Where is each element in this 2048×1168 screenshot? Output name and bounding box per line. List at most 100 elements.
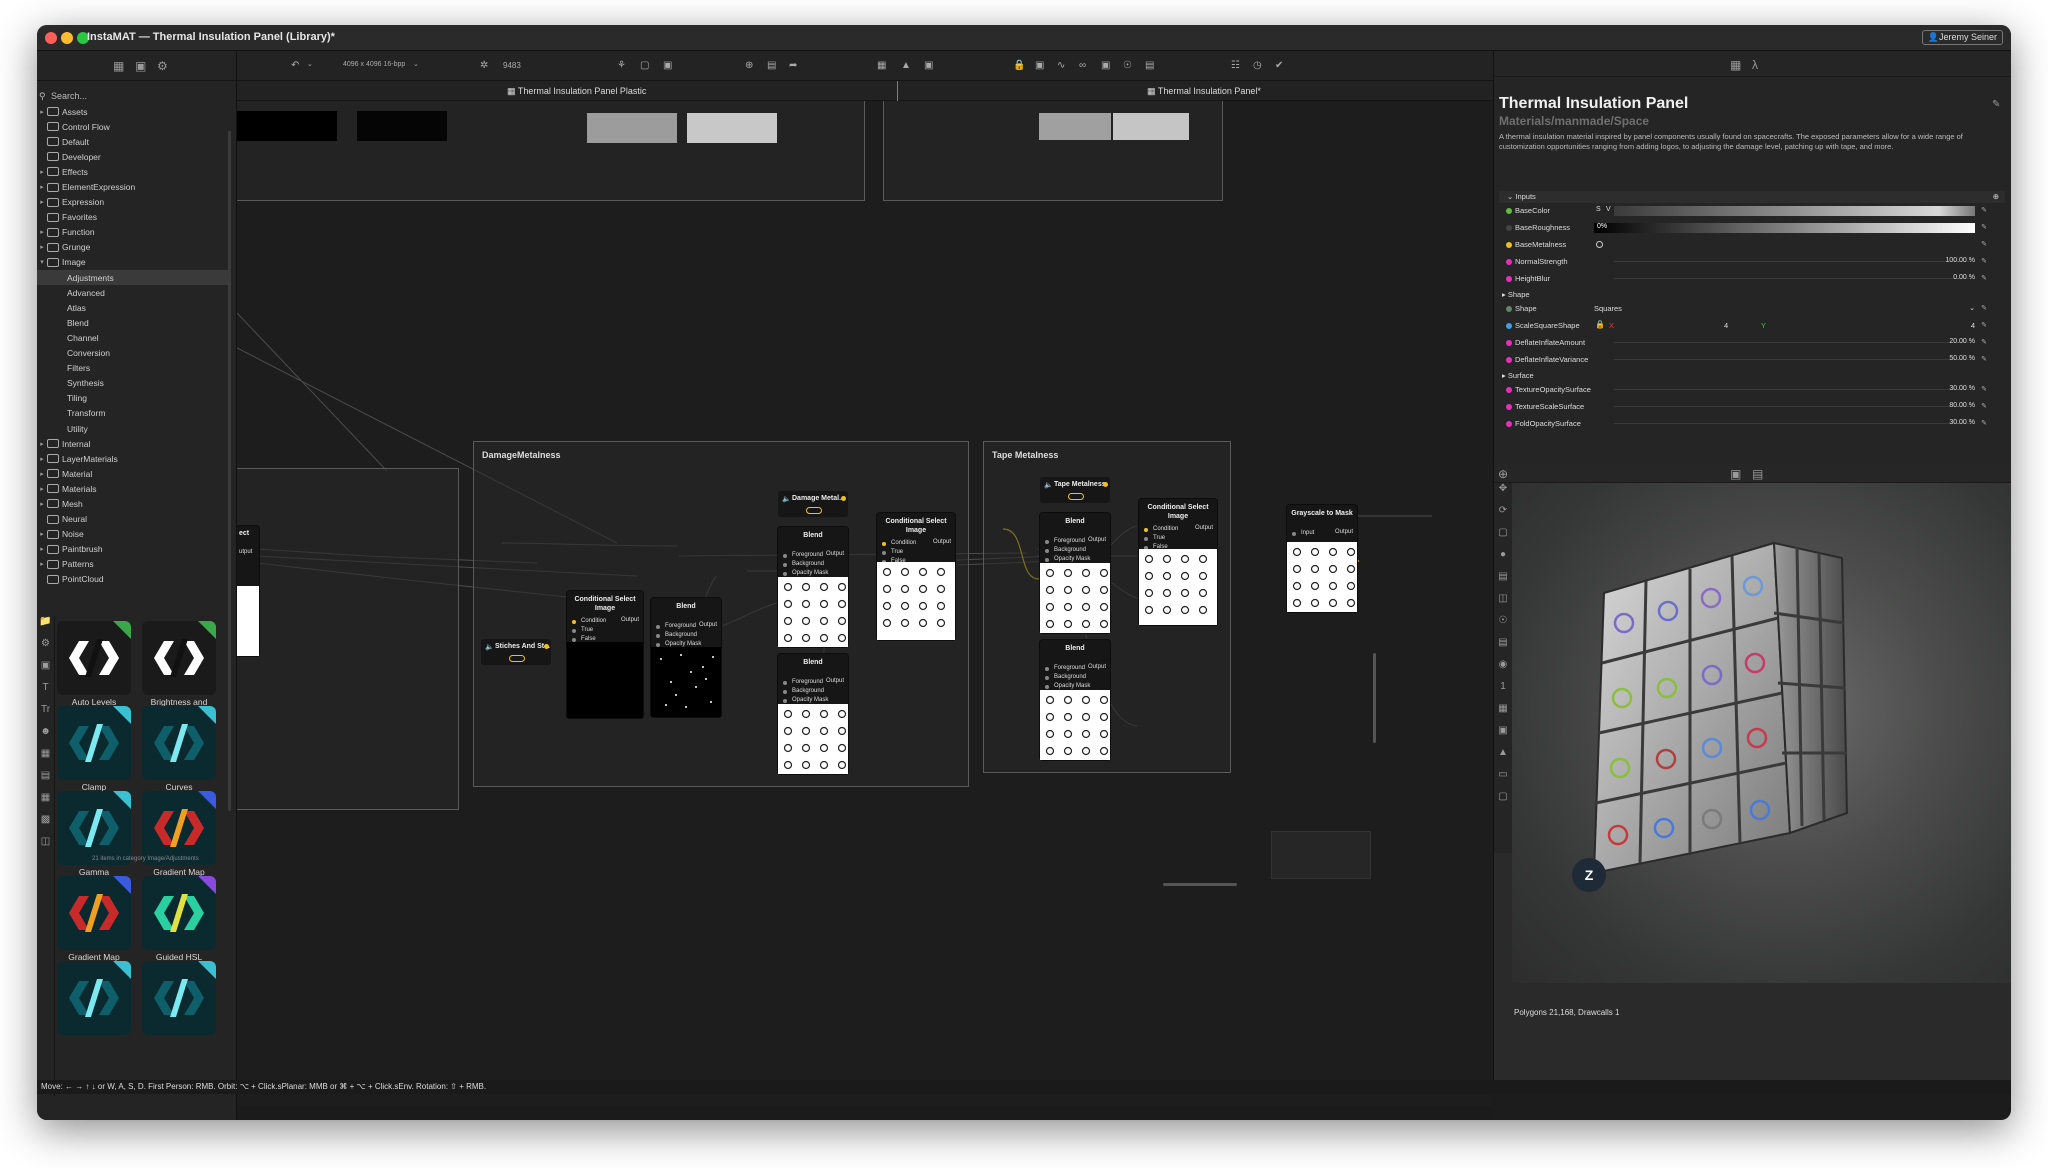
tree-item[interactable]: ▾ Image [37, 255, 229, 270]
toggle[interactable] [806, 507, 822, 514]
photo-icon[interactable]: ▣ [1101, 60, 1110, 71]
chevron-right-icon[interactable]: ▸ [37, 108, 47, 116]
property-value[interactable]: 20.00 % [1949, 338, 1975, 345]
node-blend-1[interactable]: Blend Output Foreground Background Opaci… [651, 598, 721, 717]
tree-item[interactable]: ▸ Assets [37, 104, 229, 119]
node-grayscale-to-mask[interactable]: Grayscale to Mask Output Input [1287, 505, 1357, 612]
inputs-header[interactable]: ⌄ Inputs ⊕ [1499, 191, 2005, 203]
port-background[interactable]: Background [1040, 546, 1110, 555]
tree-item[interactable]: Favorites [37, 210, 229, 225]
property-group[interactable]: ▸ Surface [1499, 369, 2005, 382]
property-row[interactable]: NormalStrength 100.00 % ✎ [1499, 254, 2005, 271]
value-slider[interactable] [1614, 423, 1975, 424]
tree-item[interactable]: ▸ Function [37, 225, 229, 240]
cube-icon[interactable]: ▢ [1494, 791, 1512, 813]
chevron-right-icon[interactable]: ▸ [37, 500, 47, 508]
add-input-icon[interactable]: ⊕ [1993, 191, 1999, 203]
tab-plastic[interactable]: ▦ Thermal Insulation Panel Plastic [507, 86, 646, 97]
chevron-right-icon[interactable]: ▸ [37, 168, 47, 176]
port-true[interactable]: True [1139, 534, 1217, 543]
x-value[interactable]: 4 [1724, 321, 1728, 330]
value-slider[interactable] [1614, 278, 1975, 279]
properties-icon[interactable]: ▦ [1730, 58, 1741, 72]
close-window-button[interactable] [45, 32, 57, 44]
chevron-down-icon[interactable]: ▾ [37, 258, 47, 266]
property-value[interactable]: 100.00 % [1945, 257, 1975, 264]
node-blend-5[interactable]: Blend Output Foreground Background Opaci… [1040, 640, 1110, 760]
minimize-window-button[interactable] [61, 32, 73, 44]
share-icon[interactable]: ➦ [789, 60, 797, 71]
mountain-icon[interactable]: ▲ [1494, 747, 1512, 769]
lock-icon[interactable]: 🔒 [1595, 320, 1605, 329]
edit-icon[interactable]: ✎ [1981, 385, 1987, 393]
function-icon[interactable]: λ [1752, 58, 1758, 72]
chevron-right-icon[interactable]: ▸ [37, 545, 47, 553]
property-value[interactable]: 50.00 % [1949, 355, 1975, 362]
tree-item[interactable]: Neural [37, 512, 229, 527]
value-slider[interactable] [1614, 406, 1975, 407]
chevron-right-icon[interactable]: ▸ [37, 243, 47, 251]
tree-item[interactable]: Conversion [37, 346, 229, 361]
table-icon[interactable]: ▦ [37, 748, 54, 770]
port-foreground[interactable]: Foreground [651, 622, 721, 631]
edit-icon[interactable]: ✎ [1981, 223, 1987, 231]
chevron-right-icon[interactable]: ▸ [37, 485, 47, 493]
property-row[interactable]: FoldOpacitySurface 30.00 % ✎ [1499, 416, 2005, 431]
radio-button[interactable] [1596, 241, 1603, 248]
chevron-right-icon[interactable]: ▸ [37, 455, 47, 463]
property-row[interactable]: Shape Squares ⌄ ✎ [1499, 301, 2005, 318]
port-foreground[interactable]: Foreground [1040, 537, 1110, 546]
graph-v-scrollbar[interactable] [1373, 653, 1376, 743]
lock-icon[interactable]: 🔒 [1013, 60, 1025, 71]
toggle-icon[interactable]: ◉ [1494, 659, 1512, 681]
asset-thumbnail[interactable]: GammaImage/Adjustments [57, 791, 131, 883]
property-row[interactable]: DeflateInflateAmount 20.00 % ✎ [1499, 335, 2005, 352]
port-foreground[interactable]: Foreground [778, 551, 848, 560]
node-conditional-select-2[interactable]: Conditional Select Image Output Conditio… [877, 513, 955, 640]
asset-thumbnail[interactable]: CurvesImage/Adjustments [142, 706, 216, 798]
tree-item[interactable]: ▸ Noise [37, 527, 229, 542]
undo-icon[interactable]: ↶ [291, 60, 299, 71]
tree-item[interactable]: ▸ ElementExpression [37, 179, 229, 194]
tree-item[interactable]: ▸ Effects [37, 164, 229, 179]
save-icon[interactable]: ▤ [1494, 571, 1512, 593]
grid-icon[interactable]: ▦ [37, 792, 54, 814]
levels-icon[interactable]: ▤ [1494, 637, 1512, 659]
wave-icon[interactable]: ∿ [1057, 60, 1065, 71]
tree-item[interactable]: ▸ Patterns [37, 557, 229, 572]
cube-view-icon[interactable]: ▣ [1730, 467, 1741, 481]
tree-item[interactable]: Transform [37, 406, 229, 421]
property-row[interactable]: BaseRoughness 0% ✎ [1499, 220, 2005, 237]
graph-h-scrollbar[interactable] [1163, 883, 1237, 886]
tree-item[interactable]: Default [37, 134, 229, 149]
add-view-icon[interactable]: ⊕ [1498, 467, 1508, 481]
chevron-right-icon[interactable]: ▸ [37, 530, 47, 538]
save-icon[interactable]: ▤ [767, 60, 776, 71]
tree-item[interactable]: Blend [37, 315, 229, 330]
chevron-right-icon[interactable]: ▸ [37, 560, 47, 568]
library-icon[interactable]: ▦ [113, 59, 124, 73]
text-icon[interactable]: T [37, 682, 54, 704]
value-slider[interactable] [1614, 389, 1975, 390]
tree-item[interactable]: ▸ Materials [37, 481, 229, 496]
folder-icon[interactable]: 📁 [37, 616, 54, 638]
asset-thumbnail[interactable]: Auto LevelsImage/Adjustments [57, 621, 131, 713]
port-input[interactable]: Input [1287, 529, 1357, 538]
resolution-select[interactable]: 4096 x 4096 16-bpp [343, 61, 405, 68]
node-conditional-select-3[interactable]: Conditional Select Image Output Conditio… [1139, 499, 1217, 625]
value-slider[interactable] [1614, 261, 1975, 262]
edit-icon[interactable]: ✎ [1992, 99, 2000, 110]
node-graph-canvas[interactable]: ect utput DamageMetalness Tape Metalness… [237, 101, 1493, 1106]
node-blend-3[interactable]: Blend Output Foreground Background Opaci… [778, 654, 848, 774]
edit-icon[interactable]: ✎ [1981, 338, 1987, 346]
3d-viewport[interactable]: ⊕ ▣ ▤ ✥ ⟳ ▢ ● ▤ ◫ ☉ ▤ ◉ 1 ▦ ▣ ▲ ▭ ▢ Z Po… [1494, 463, 2011, 1080]
output-port[interactable] [544, 644, 549, 649]
asset-thumbnail[interactable]: Gradient MapImage/Adjustments [142, 791, 216, 883]
chevron-right-icon[interactable]: ▸ [37, 470, 47, 478]
tree-item[interactable]: Control Flow [37, 119, 229, 134]
tree-item[interactable]: ▸ Material [37, 466, 229, 481]
chevron-right-icon[interactable]: ▸ [37, 198, 47, 206]
property-row[interactable]: TextureScaleSurface 80.00 % ✎ [1499, 399, 2005, 416]
number-one-icon[interactable]: 1 [1494, 681, 1512, 703]
panel-icon[interactable]: ◫ [37, 836, 54, 858]
